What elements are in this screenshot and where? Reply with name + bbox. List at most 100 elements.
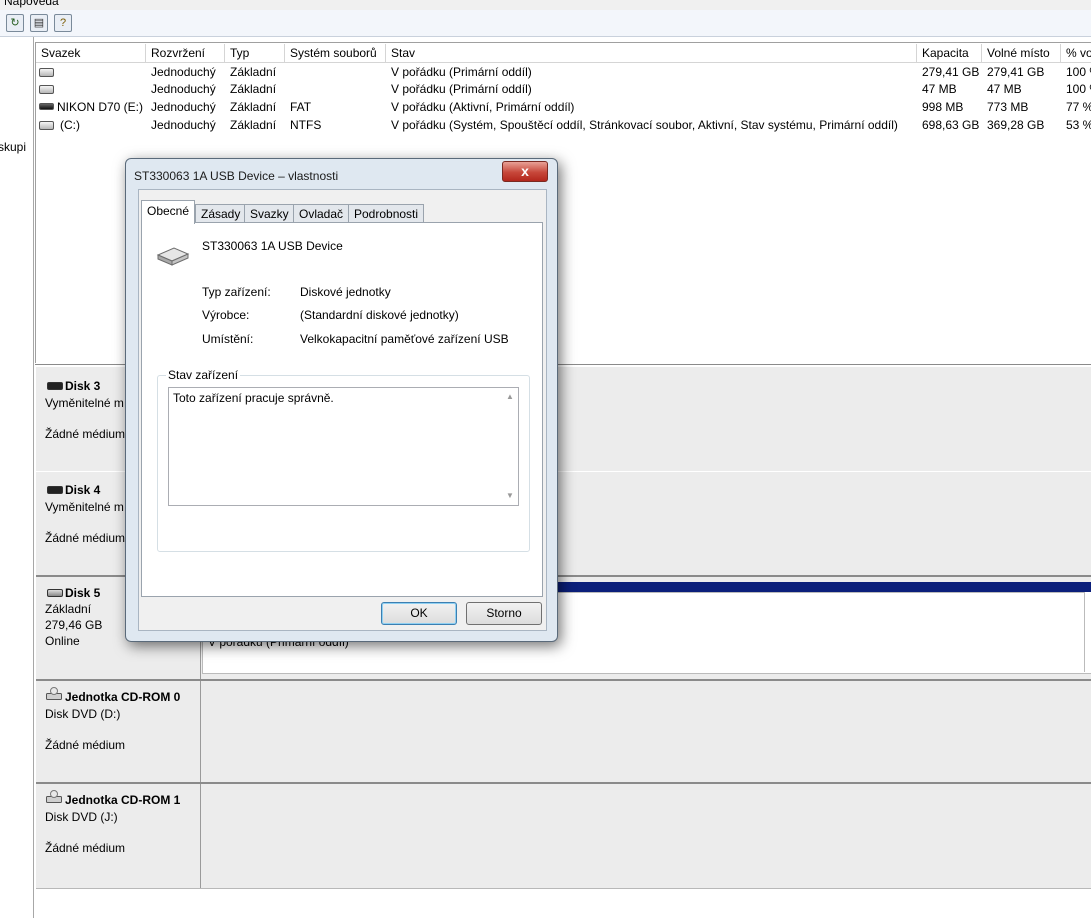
volume-percent: 100 % xyxy=(1066,82,1091,96)
disk-type: Disk DVD (J:) xyxy=(45,810,118,824)
disk-drive-icon xyxy=(156,247,190,266)
device-status-group: Stav zařízení Toto zařízení pracuje sprá… xyxy=(157,368,530,552)
tab-policies[interactable]: Zásady xyxy=(195,204,247,223)
close-icon: x xyxy=(521,163,529,179)
menu-item-help[interactable]: Nápověda xyxy=(4,0,59,8)
disk-label[interactable]: Jednotka CD-ROM 1 Disk DVD (J:) Žádné mé… xyxy=(36,784,201,888)
volume-type: Základní xyxy=(230,100,277,114)
disk-row[interactable]: Jednotka CD-ROM 1 Disk DVD (J:) Žádné mé… xyxy=(36,782,1091,889)
device-status-text: Toto zařízení pracuje správně. xyxy=(173,391,334,405)
disk-status: Online xyxy=(45,634,80,648)
volume-status: V pořádku (Primární oddíl) xyxy=(391,82,532,96)
disk-type: Disk DVD (D:) xyxy=(45,707,121,721)
volume-type: Základní xyxy=(230,118,277,132)
cd-drive-icon xyxy=(46,790,62,803)
volume-free: 279,41 GB xyxy=(987,65,1045,79)
disk-name: Jednotka CD-ROM 1 xyxy=(65,793,181,807)
dialog-title: ST330063 1A USB Device – vlastnosti xyxy=(134,169,339,183)
table-row[interactable]: Jednoduchý Základní V pořádku (Primární … xyxy=(36,64,1091,81)
column-header-type[interactable]: Typ xyxy=(225,44,285,62)
table-row[interactable]: NIKON D70 (E:) Jednoduchý Základní FAT V… xyxy=(36,99,1091,116)
properties-icon[interactable]: ▤ xyxy=(30,14,48,32)
column-header-status[interactable]: Stav xyxy=(386,44,917,62)
column-header-layout[interactable]: Rozvržení xyxy=(146,44,225,62)
volume-filesystem: NTFS xyxy=(290,118,322,132)
toolbar: ↻ ▤ ? xyxy=(0,10,1091,37)
disk-status: Žádné médium xyxy=(45,841,126,855)
properties-dialog: ST330063 1A USB Device – vlastnosti x Ob… xyxy=(125,158,558,642)
disk-row[interactable]: Jednotka CD-ROM 0 Disk DVD (D:) Žádné mé… xyxy=(36,679,1091,784)
device-name: ST330063 1A USB Device xyxy=(202,239,343,253)
device-status-textbox[interactable]: Toto zařízení pracuje správně. ▲ ▼ xyxy=(168,387,519,506)
volume-status: V pořádku (Aktivní, Primární oddíl) xyxy=(391,100,575,114)
cancel-button[interactable]: Storno xyxy=(466,602,542,625)
column-header-percent-free[interactable]: % vo xyxy=(1061,44,1091,62)
left-panel: skupi xyxy=(0,37,34,918)
manufacturer-label: Výrobce: xyxy=(202,308,250,322)
cd-drive-icon xyxy=(46,687,62,700)
disk-status: Žádné médium xyxy=(45,427,126,441)
volume-status: V pořádku (Primární oddíl) xyxy=(391,65,532,79)
scroll-up-icon[interactable]: ▲ xyxy=(506,392,514,401)
device-type-label: Typ zařízení: xyxy=(202,285,271,299)
column-header-free-space[interactable]: Volné místo xyxy=(982,44,1061,62)
dialog-body: Obecné Zásady Svazky Ovladač Podrobnosti… xyxy=(138,189,547,631)
table-row[interactable]: (C:) Jednoduchý Základní NTFS V pořádku … xyxy=(36,117,1091,134)
disk-name: Disk 5 xyxy=(65,586,101,600)
volume-layout: Jednoduchý xyxy=(151,82,216,96)
removable-drive-icon xyxy=(39,103,54,110)
close-button[interactable]: x xyxy=(502,161,548,182)
left-panel-text: skupi xyxy=(0,140,27,154)
disk-status: Žádné médium xyxy=(45,531,126,545)
volume-list-header: Svazek Rozvržení Typ Systém souborů Stav… xyxy=(36,44,1091,63)
volume-capacity: 698,63 GB xyxy=(922,118,980,132)
volume-capacity: 47 MB xyxy=(922,82,957,96)
refresh-icon[interactable]: ↻ xyxy=(6,14,24,32)
disk-drive-icon xyxy=(47,486,63,494)
help-icon[interactable]: ? xyxy=(54,14,72,32)
disk-drive-icon xyxy=(47,382,63,390)
volume-type: Základní xyxy=(230,82,277,96)
column-header-volume[interactable]: Svazek xyxy=(36,44,146,62)
scroll-down-icon[interactable]: ▼ xyxy=(506,491,514,500)
volume-name: NIKON D70 (E:) xyxy=(57,100,144,114)
volume-percent: 77 % xyxy=(1066,100,1091,114)
column-header-capacity[interactable]: Kapacita xyxy=(917,44,982,62)
tab-driver[interactable]: Ovladač xyxy=(293,204,350,223)
volume-capacity: 998 MB xyxy=(922,100,964,114)
disk-drive-icon xyxy=(47,589,63,597)
volume-status: V pořádku (Systém, Spouštěcí oddíl, Strá… xyxy=(391,118,898,132)
tab-details[interactable]: Podrobnosti xyxy=(348,204,425,223)
column-header-filesystem[interactable]: Systém souborů xyxy=(285,44,386,62)
menu-bar: Nápověda xyxy=(0,0,1091,10)
ok-button[interactable]: OK xyxy=(381,602,457,625)
partition-block[interactable] xyxy=(1084,592,1091,672)
disk-type: Vyměnitelné m xyxy=(45,396,124,410)
volume-free: 773 MB xyxy=(987,100,1029,114)
device-status-group-label: Stav zařízení xyxy=(166,368,241,382)
tab-general[interactable]: Obecné xyxy=(141,200,196,224)
disk-name: Jednotka CD-ROM 0 xyxy=(65,690,181,704)
disk-name: Disk 4 xyxy=(65,483,101,497)
location-label: Umístění: xyxy=(202,332,254,346)
volume-free: 369,28 GB xyxy=(987,118,1045,132)
tab-panel-general: ST330063 1A USB Device Typ zařízení: Dis… xyxy=(141,222,543,597)
volume-icon xyxy=(39,85,54,94)
volume-layout: Jednoduchý xyxy=(151,100,216,114)
table-row[interactable]: Jednoduchý Základní V pořádku (Primární … xyxy=(36,81,1091,98)
volume-percent: 53 % xyxy=(1066,118,1091,132)
tab-volumes[interactable]: Svazky xyxy=(244,204,295,223)
volume-icon xyxy=(39,121,54,130)
volume-free: 47 MB xyxy=(987,82,1022,96)
disk-status: Žádné médium xyxy=(45,738,126,752)
volume-type: Základní xyxy=(230,65,277,79)
volume-filesystem: FAT xyxy=(290,100,312,114)
location-value: Velkokapacitní paměťové zařízení USB xyxy=(300,332,509,346)
disk-label[interactable]: Jednotka CD-ROM 0 Disk DVD (D:) Žádné mé… xyxy=(36,681,201,783)
disk-name: Disk 3 xyxy=(65,379,101,393)
volume-percent: 100 % xyxy=(1066,65,1091,79)
status-scrollbar[interactable]: ▲ ▼ xyxy=(502,388,518,505)
disk-type: Základní xyxy=(45,602,92,616)
disk-type: Vyměnitelné m xyxy=(45,500,124,514)
volume-name: (C:) xyxy=(60,118,80,132)
